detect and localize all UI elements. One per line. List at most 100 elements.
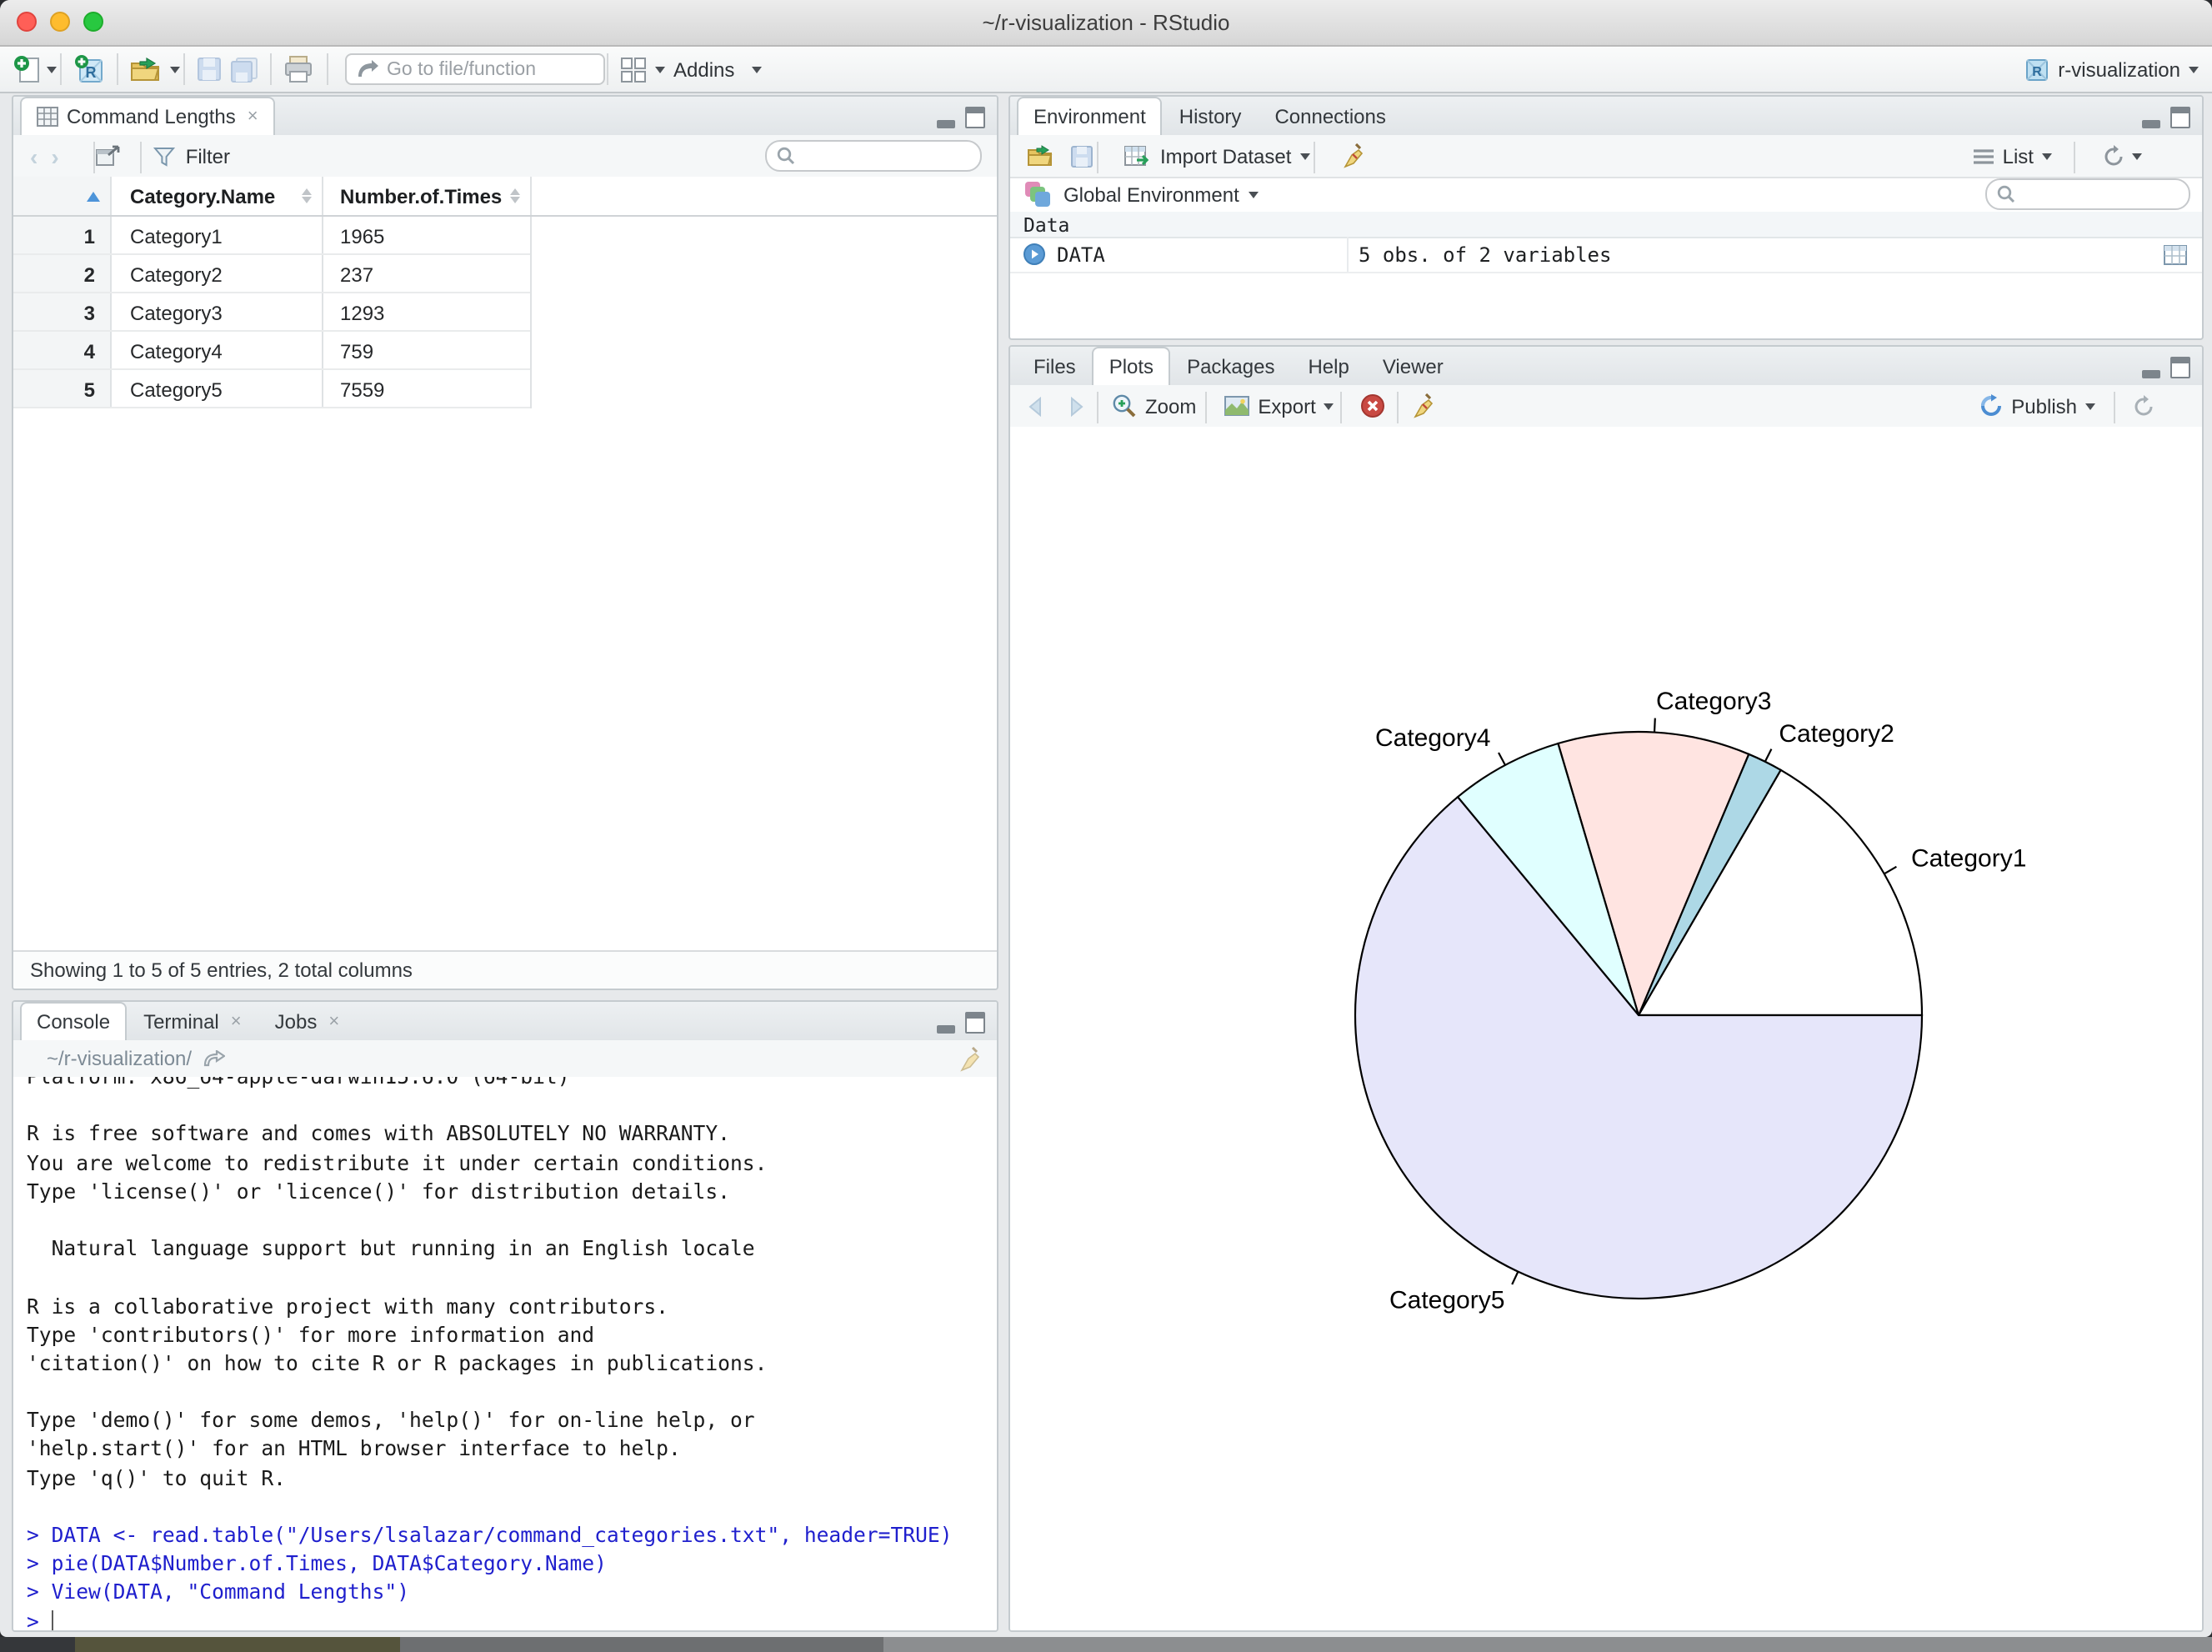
previous-plot-icon[interactable] [1027,396,1050,416]
addins-button[interactable]: Addins [673,47,762,92]
refresh-environment-button[interactable] [2102,144,2142,168]
panes-layout-button[interactable] [620,47,665,92]
new-file-button[interactable] [13,47,57,92]
next-plot-icon[interactable] [1062,396,1085,416]
table-row[interactable]: 3 Category3 1293 [13,293,997,332]
environment-object-row[interactable]: DATA 5 obs. of 2 variables [1010,237,2202,273]
clear-console-broom-icon[interactable] [957,1046,980,1071]
tab-packages[interactable]: Packages [1170,347,1291,385]
list-view-button[interactable]: List [1974,144,2052,168]
project-menu-button[interactable]: R r-visualization [2023,47,2199,92]
new-project-button[interactable]: R [73,47,107,92]
tab-console[interactable]: Console [20,1002,128,1042]
table-row[interactable]: 5 Category5 7559 [13,370,997,408]
tab-command-lengths[interactable]: Command Lengths × [20,97,275,137]
load-workspace-icon[interactable] [1027,144,1055,168]
console-prompt-line[interactable]: > [27,1609,997,1630]
global-environment-label[interactable]: Global Environment [1063,183,1239,206]
close-tab-icon[interactable]: × [248,107,258,127]
export-plot-icon[interactable] [1223,395,1249,417]
table-row[interactable]: 4 Category4 759 [13,332,997,370]
goto-file-search[interactable]: Go to file/function [345,53,605,85]
panes-caret-icon [655,66,665,73]
cell-number-of-times: 1293 [340,301,385,324]
column-header-category-name[interactable]: Category.Name [113,177,322,215]
maximize-pane-icon[interactable] [2170,107,2190,128]
open-file-button[interactable] [130,47,180,92]
minimize-pane-icon[interactable] [2142,362,2160,378]
table-row[interactable]: 2 Category2 237 [13,255,997,293]
print-button[interactable] [283,47,313,92]
scope-caret-icon [1249,191,1259,198]
environment-toolbar: Import Dataset List [1010,135,2202,178]
tab-connections[interactable]: Connections [1258,97,1402,135]
expand-object-icon[interactable] [1023,243,1045,265]
minimize-pane-icon[interactable] [937,112,955,128]
forward-icon[interactable]: › [51,144,58,168]
save-icon [198,58,221,81]
tab-viewer[interactable]: Viewer [1366,347,1460,385]
publish-icon [1980,394,2001,416]
svg-text:R: R [2032,64,2042,78]
console-command-line: > pie(DATA$Number.of.Times, DATA$Categor… [27,1552,607,1576]
title-bar: ~/r-visualization - RStudio [0,0,2212,47]
maximize-pane-icon[interactable] [2170,357,2190,378]
clear-plots-broom-icon[interactable] [1411,393,1434,418]
back-icon[interactable]: ‹ [30,144,38,168]
minimize-pane-icon[interactable] [2142,112,2160,128]
print-icon [285,56,312,83]
rownum-header[interactable] [13,177,112,215]
viewer-status-bar: Showing 1 to 5 of 5 entries, 2 total col… [13,950,997,989]
console-command-line: > DATA <- read.table("/Users/lsalazar/co… [27,1524,953,1547]
table-row[interactable]: 1 Category1 1965 [13,217,997,255]
cell-category-name: Category1 [130,224,223,248]
column-header-number-of-times[interactable]: Number.of.Times [323,177,530,215]
plots-tabstrip: Files Plots Packages Help Viewer [1010,347,2202,387]
viewer-toolbar: ‹ › Filter [13,135,997,178]
view-data-grid-icon[interactable] [2164,244,2187,264]
close-tab-icon[interactable]: × [328,1012,339,1032]
filter-label[interactable]: Filter [186,144,230,168]
pie-label-tick [1653,718,1656,733]
working-directory-label: ~/r-visualization/ [47,1047,193,1070]
object-name: DATA [1057,243,1105,266]
cell-number-of-times: 759 [340,339,374,363]
export-label[interactable]: Export [1258,394,1315,418]
minimize-pane-icon[interactable] [937,1017,955,1034]
pie-label-tick [1884,865,1897,875]
close-tab-icon[interactable]: × [231,1012,242,1032]
maximize-pane-icon[interactable] [965,107,985,128]
clear-workspace-broom-icon[interactable] [1339,143,1363,168]
viewer-search-input[interactable] [765,140,982,172]
tab-terminal[interactable]: Terminal × [127,1002,258,1040]
publish-button[interactable]: Publish [1978,393,2095,418]
save-button[interactable] [197,47,222,92]
zoom-plot-icon[interactable] [1112,393,1137,418]
import-dataset-icon[interactable] [1124,145,1150,167]
maximize-pane-icon[interactable] [965,1012,985,1034]
zoom-label[interactable]: Zoom [1145,394,1196,418]
tab-history[interactable]: History [1163,97,1259,135]
tab-files[interactable]: Files [1017,347,1093,385]
refresh-plot-icon[interactable] [2132,394,2155,418]
refresh-caret-icon [2132,153,2142,159]
viewer-tabstrip: Command Lengths × [13,97,997,137]
console-output[interactable]: Platform: x86_64-apple-darwin15.6.0 (64-… [13,1077,997,1630]
tab-help[interactable]: Help [1291,347,1365,385]
save-all-button[interactable] [230,47,258,92]
save-workspace-icon[interactable] [1070,144,1093,168]
goto-directory-icon[interactable] [203,1050,226,1067]
tab-plots[interactable]: Plots [1092,347,1171,387]
tab-jobs[interactable]: Jobs × [258,1002,357,1040]
main-toolbar: R Go to file/function Addins R r-visuali… [0,47,2212,93]
import-dataset-label[interactable]: Import Dataset [1160,144,1291,168]
rstudio-window: ~/r-visualization - RStudio R Go to file… [0,0,2212,1652]
environment-search-input[interactable] [1985,178,2190,210]
export-caret-icon [1324,403,1334,409]
tab-environment[interactable]: Environment [1017,97,1163,137]
filter-icon[interactable] [153,146,176,166]
popout-window-icon[interactable] [96,145,121,167]
console-output-line: Type 'contributors()' for more informati… [27,1323,595,1347]
environment-scope-row: Global Environment [1010,177,2202,213]
remove-plot-icon[interactable] [1361,393,1386,418]
